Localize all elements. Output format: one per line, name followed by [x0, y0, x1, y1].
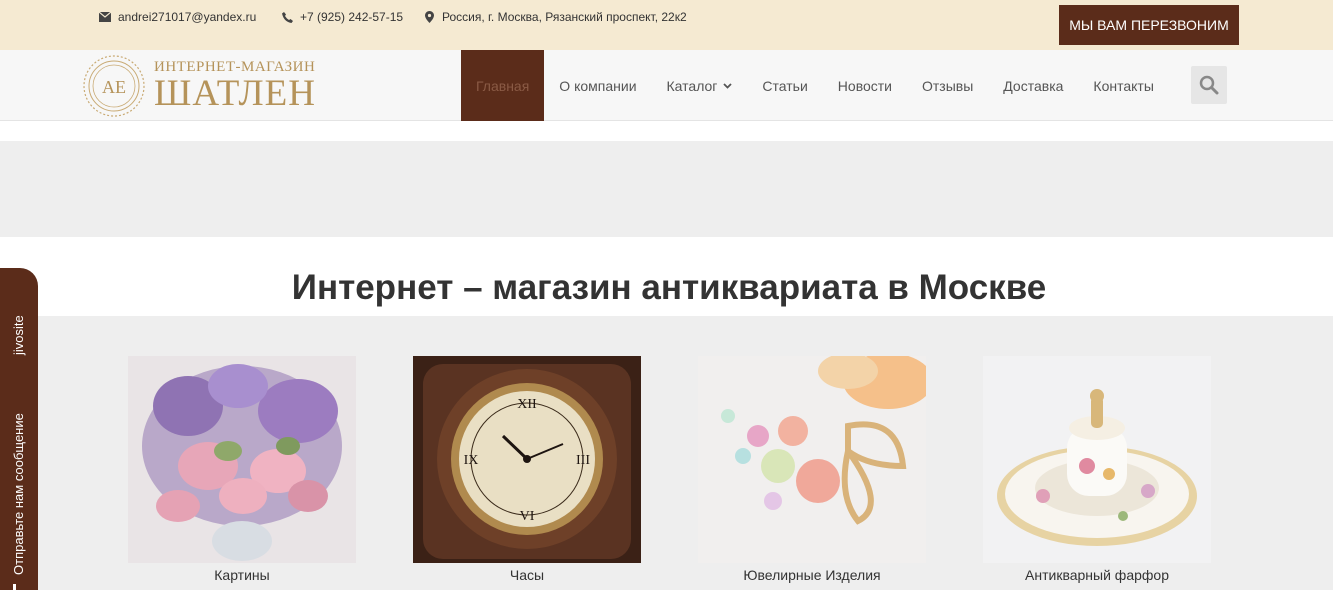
porcelain-image	[983, 356, 1211, 563]
site-logo[interactable]: АЕ ИНТЕРНЕТ-МАГАЗИН ШАТЛЕН	[82, 54, 316, 118]
main-navbar: АЕ ИНТЕРНЕТ-МАГАЗИН ШАТЛЕН Главная О ком…	[0, 50, 1333, 121]
category-card-clocks[interactable]: XII III VI IX Часы	[413, 356, 641, 583]
category-label: Картины	[214, 567, 270, 583]
menu-item-contacts[interactable]: Контакты	[1078, 50, 1168, 121]
svg-text:XII: XII	[517, 397, 537, 412]
paintings-image	[128, 356, 356, 563]
main-menu: Главная О компании Каталог Статьи Новост…	[461, 50, 1169, 121]
category-card-porcelain[interactable]: Антикварный фарфор	[983, 356, 1211, 583]
svg-text:III: III	[576, 453, 590, 468]
logo-monogram: АЕ	[102, 77, 126, 97]
logo-seal-icon: АЕ	[83, 55, 145, 117]
menu-item-home[interactable]: Главная	[461, 50, 545, 121]
category-label: Ювелирные Изделия	[743, 567, 881, 583]
chevron-down-icon	[723, 81, 733, 90]
category-label: Антикварный фарфор	[1025, 567, 1169, 583]
menu-item-reviews[interactable]: Отзывы	[907, 50, 988, 121]
search-button[interactable]	[1191, 66, 1227, 104]
category-card-jewelry[interactable]: Ювелирные Изделия	[698, 356, 926, 583]
jivosite-indicator	[13, 584, 16, 590]
phone-text: +7 (925) 242-57-15	[300, 10, 404, 24]
jivosite-brand: jivosite	[11, 315, 26, 355]
envelope-icon	[98, 10, 112, 24]
category-card-paintings[interactable]: Картины	[128, 356, 356, 583]
contact-phone[interactable]: +7 (925) 242-57-15	[280, 10, 403, 24]
email-text: andrei271017@yandex.ru	[118, 10, 257, 24]
category-label: Часы	[509, 567, 545, 583]
clocks-image: XII III VI IX	[413, 356, 641, 563]
menu-item-news[interactable]: Новости	[823, 50, 907, 121]
top-bar: andrei271017@yandex.ru +7 (925) 242-57-1…	[0, 0, 1333, 50]
callback-button[interactable]: МЫ ВАМ ПЕРЕЗВОНИМ	[1059, 5, 1239, 45]
contact-email[interactable]: andrei271017@yandex.ru	[98, 10, 256, 24]
menu-item-catalog-label: Каталог	[666, 77, 718, 94]
menu-item-delivery[interactable]: Доставка	[988, 50, 1078, 121]
address-text: Россия, г. Москва, Рязанский проспект, 2…	[442, 10, 687, 24]
jivosite-message: Отправьте нам сообщение	[11, 413, 26, 575]
map-marker-icon	[422, 10, 436, 24]
contact-address: Россия, г. Москва, Рязанский проспект, 2…	[422, 10, 687, 24]
menu-item-catalog[interactable]: Каталог	[652, 50, 748, 121]
svg-text:VI: VI	[520, 509, 535, 524]
svg-text:IX: IX	[464, 453, 479, 468]
jewelry-image	[698, 356, 926, 563]
logo-title: ШАТЛЕН	[154, 73, 316, 114]
menu-item-about[interactable]: О компании	[544, 50, 651, 121]
search-icon	[1199, 75, 1219, 95]
phone-icon	[280, 10, 294, 24]
hero-banner-area	[0, 141, 1333, 237]
page-title: Интернет – магазин антиквариата в Москве	[291, 268, 1047, 307]
category-grid: Картины XII III VI IX Часы Ювелирные Изд…	[0, 316, 1333, 590]
menu-item-articles[interactable]: Статьи	[747, 50, 822, 121]
